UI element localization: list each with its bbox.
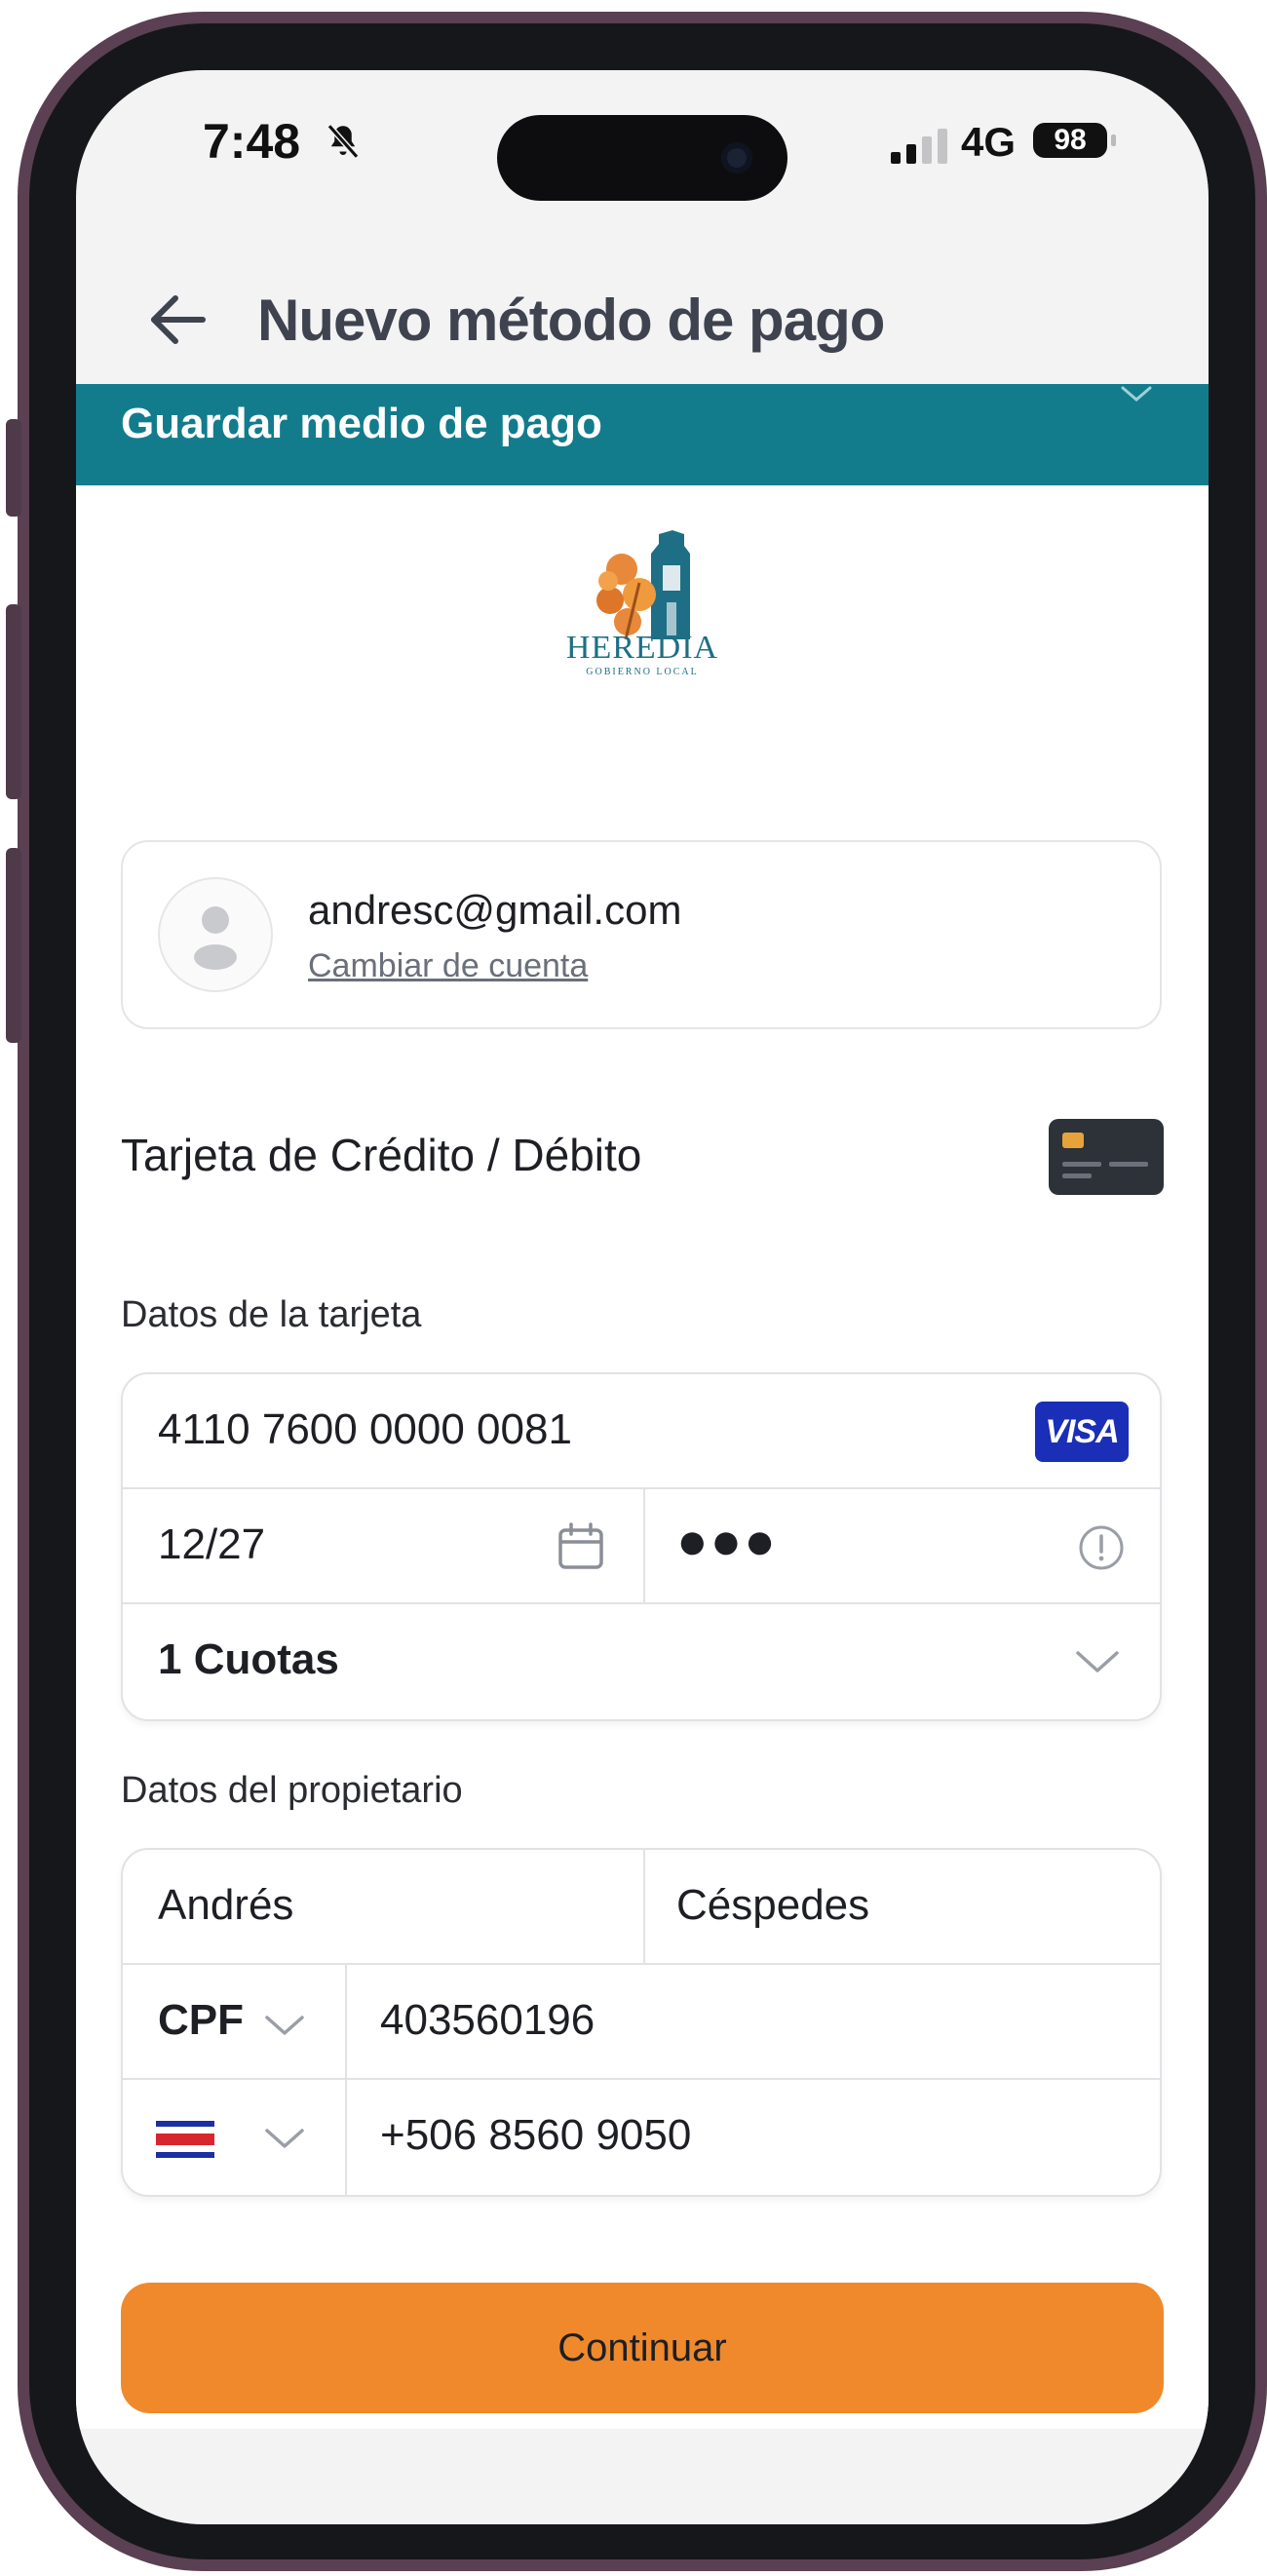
card-fields: 4110 7600 0000 0081 VISA 12/27 ●●● 1 Cuo… [121, 1372, 1162, 1721]
card-section-label: Datos de la tarjeta [121, 1294, 422, 1335]
chevron-down-icon[interactable] [263, 2125, 306, 2157]
last-name-input[interactable]: Céspedes [676, 1881, 869, 1930]
phone-side-button [6, 419, 21, 517]
logo-subtitle: GOBIERNO LOCAL [586, 667, 699, 677]
field-divider [643, 1489, 645, 1602]
credit-card-icon [1049, 1119, 1164, 1195]
back-arrow-icon[interactable] [148, 292, 209, 352]
phone-volume-up-button [6, 604, 21, 799]
installments-select[interactable]: 1 Cuotas [158, 1635, 339, 1684]
network-type: 4G [961, 119, 1017, 165]
signal-icon [891, 129, 951, 169]
chevron-down-icon[interactable] [1074, 1647, 1121, 1681]
first-name-input[interactable]: Andrés [158, 1881, 293, 1930]
account-email: andresc@gmail.com [308, 887, 682, 933]
doc-type-select[interactable]: CPF [158, 1996, 244, 2045]
phone-row: +506 8560 9050 [123, 2080, 1160, 2195]
status-bar: 7:48 4G 98 [76, 70, 1209, 216]
continue-button-label: Continuar [557, 2326, 727, 2369]
continue-button[interactable]: Continuar [121, 2283, 1164, 2413]
expiry-cvv-row: 12/27 ●●● [123, 1489, 1160, 1604]
field-divider [345, 1965, 347, 2078]
main-content: HEREDIA GOBIERNO LOCAL andresc@gmail.com… [76, 485, 1209, 2429]
bell-off-icon [323, 121, 364, 167]
owner-section-label: Datos del propietario [121, 1770, 463, 1811]
header: Nuevo método de pago [76, 265, 1209, 372]
battery-tip [1111, 135, 1116, 146]
change-account-link[interactable]: Cambiar de cuenta [308, 947, 588, 985]
logo-name: HEREDIA [565, 630, 719, 666]
doc-number-input[interactable]: 403560196 [380, 1996, 595, 2045]
field-divider [643, 1850, 645, 1963]
document-row: CPF 403560196 [123, 1965, 1160, 2080]
cvv-input[interactable]: ●●● [676, 1511, 778, 1571]
card-number-row: 4110 7600 0000 0081 VISA [123, 1374, 1160, 1489]
chevron-down-icon[interactable] [263, 2012, 306, 2044]
owner-fields: Andrés Céspedes CPF 403560196 +506 8560 … [121, 1848, 1162, 2197]
chevron-up-icon[interactable] [1117, 384, 1156, 412]
battery-icon: 98 [1033, 123, 1107, 158]
expiry-input[interactable]: 12/27 [158, 1520, 265, 1569]
phone-volume-down-button [6, 848, 21, 1043]
visa-logo: VISA [1035, 1402, 1129, 1462]
payment-method-label: Tarjeta de Crédito / Débito [121, 1130, 642, 1180]
field-divider [345, 2080, 347, 2195]
calendar-icon[interactable] [557, 1522, 604, 1576]
account-card: andresc@gmail.com Cambiar de cuenta [121, 840, 1162, 1029]
installments-row[interactable]: 1 Cuotas [123, 1604, 1160, 1719]
camera-icon [721, 142, 752, 173]
screen: 7:48 4G 98 Nuevo método de pago Guardar … [76, 70, 1209, 2524]
banner-text: Guardar medio de pago [121, 400, 602, 447]
status-time: 7:48 [203, 114, 301, 169]
user-icon [194, 906, 237, 970]
dynamic-island [497, 115, 787, 201]
page-title: Nuevo método de pago [257, 288, 885, 353]
phone-input[interactable]: +506 8560 9050 [380, 2111, 691, 2160]
costa-rica-flag-icon[interactable] [156, 2121, 214, 2163]
heredia-logo: HEREDIA GOBIERNO LOCAL [76, 485, 1209, 700]
card-number-input[interactable]: 4110 7600 0000 0081 [158, 1405, 938, 1454]
name-row: Andrés Céspedes [123, 1850, 1160, 1965]
info-icon[interactable] [1078, 1524, 1125, 1576]
avatar [158, 877, 273, 992]
save-payment-banner[interactable]: Guardar medio de pago [76, 384, 1209, 485]
